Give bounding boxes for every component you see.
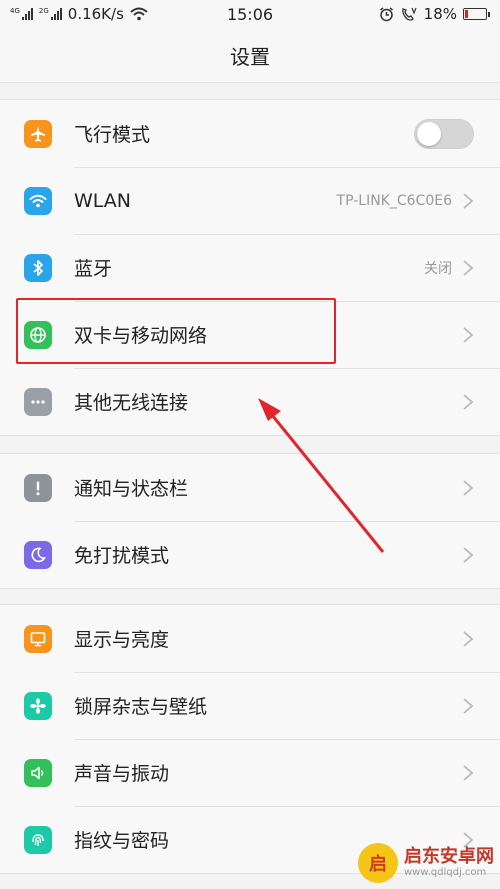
watermark-title: 启东安卓网	[404, 846, 494, 867]
flower-icon	[24, 691, 52, 720]
page-title-bar: 设置	[0, 28, 500, 83]
chevron-right-icon	[463, 630, 474, 647]
setting-label: 免打扰模式	[74, 545, 170, 567]
setting-label: 锁屏杂志与壁纸	[74, 696, 208, 718]
setting-label: 通知与状态栏	[74, 478, 189, 500]
moon-icon	[24, 540, 52, 569]
display-icon	[24, 624, 52, 653]
battery-icon	[463, 8, 490, 20]
setting-label: 飞行模式	[74, 124, 151, 146]
watermark: 启 启东安卓网 www.qdlqdj.com	[358, 843, 494, 883]
alarm-icon	[379, 6, 393, 21]
globe-icon	[24, 320, 52, 349]
setting-label: 双卡与移动网络	[74, 325, 208, 347]
more-dots-icon	[24, 387, 52, 416]
settings-group-notifications: 通知与状态栏 免打扰模式	[0, 453, 500, 589]
settings-group-connectivity: 飞行模式 WLAN TP-LINK_C6C0E6 蓝牙 关闭双卡与移动网络 其他无线连接	[0, 99, 500, 436]
status-right: 18%	[379, 5, 490, 23]
setting-row-wifi[interactable]: WLAN TP-LINK_C6C0E6	[0, 167, 500, 234]
notification-icon	[24, 473, 52, 502]
setting-row-display[interactable]: 显示与亮度	[0, 605, 500, 672]
settings-group-display: 显示与亮度 锁屏杂志与壁纸 声音与振动 指纹与密码	[0, 604, 500, 874]
watermark-logo: 启	[358, 843, 398, 883]
setting-value: 关闭	[424, 260, 452, 277]
setting-row-airplane[interactable]: 飞行模式	[0, 100, 500, 167]
chevron-right-icon	[463, 192, 474, 209]
speaker-icon	[24, 758, 52, 787]
chevron-right-icon	[463, 697, 474, 714]
bluetooth-icon	[24, 253, 52, 282]
setting-row-more-dots[interactable]: 其他无线连接	[0, 368, 500, 435]
chevron-right-icon	[463, 764, 474, 781]
setting-value: TP-LINK_C6C0E6	[336, 192, 452, 209]
setting-row-speaker[interactable]: 声音与振动	[0, 739, 500, 806]
signal-4g-icon: 4G	[10, 8, 33, 20]
airplane-mode-toggle[interactable]	[414, 118, 474, 149]
status-left: 4G 2G 0.16K/s	[10, 5, 148, 23]
setting-row-moon[interactable]: 免打扰模式	[0, 521, 500, 588]
signal-2g-icon: 2G	[39, 8, 62, 20]
battery-percent: 18%	[423, 5, 457, 23]
hd-call-icon	[401, 7, 417, 21]
setting-label: 声音与振动	[74, 763, 170, 785]
watermark-url: www.qdlqdj.com	[404, 867, 487, 878]
setting-row-notification[interactable]: 通知与状态栏	[0, 454, 500, 521]
chevron-right-icon	[463, 479, 474, 496]
setting-label: WLAN	[74, 189, 132, 212]
chevron-right-icon	[463, 393, 474, 410]
fingerprint-icon	[24, 825, 52, 854]
network-speed: 0.16K/s	[67, 5, 124, 23]
status-bar: 4G 2G 0.16K/s 15:06 18%	[0, 0, 500, 28]
chevron-right-icon	[463, 546, 474, 563]
wifi-icon	[24, 186, 52, 215]
chevron-right-icon	[463, 326, 474, 343]
chevron-right-icon	[463, 259, 474, 276]
setting-label: 蓝牙	[74, 258, 113, 280]
setting-row-bluetooth[interactable]: 蓝牙 关闭	[0, 234, 500, 301]
setting-label: 其他无线连接	[74, 392, 189, 414]
setting-row-globe[interactable]: 双卡与移动网络	[0, 301, 500, 368]
setting-row-flower[interactable]: 锁屏杂志与壁纸	[0, 672, 500, 739]
toggle-knob	[417, 121, 441, 146]
wifi-status-icon	[130, 7, 148, 21]
airplane-icon	[24, 119, 52, 148]
setting-label: 显示与亮度	[74, 629, 170, 651]
page-title: 设置	[230, 44, 270, 69]
